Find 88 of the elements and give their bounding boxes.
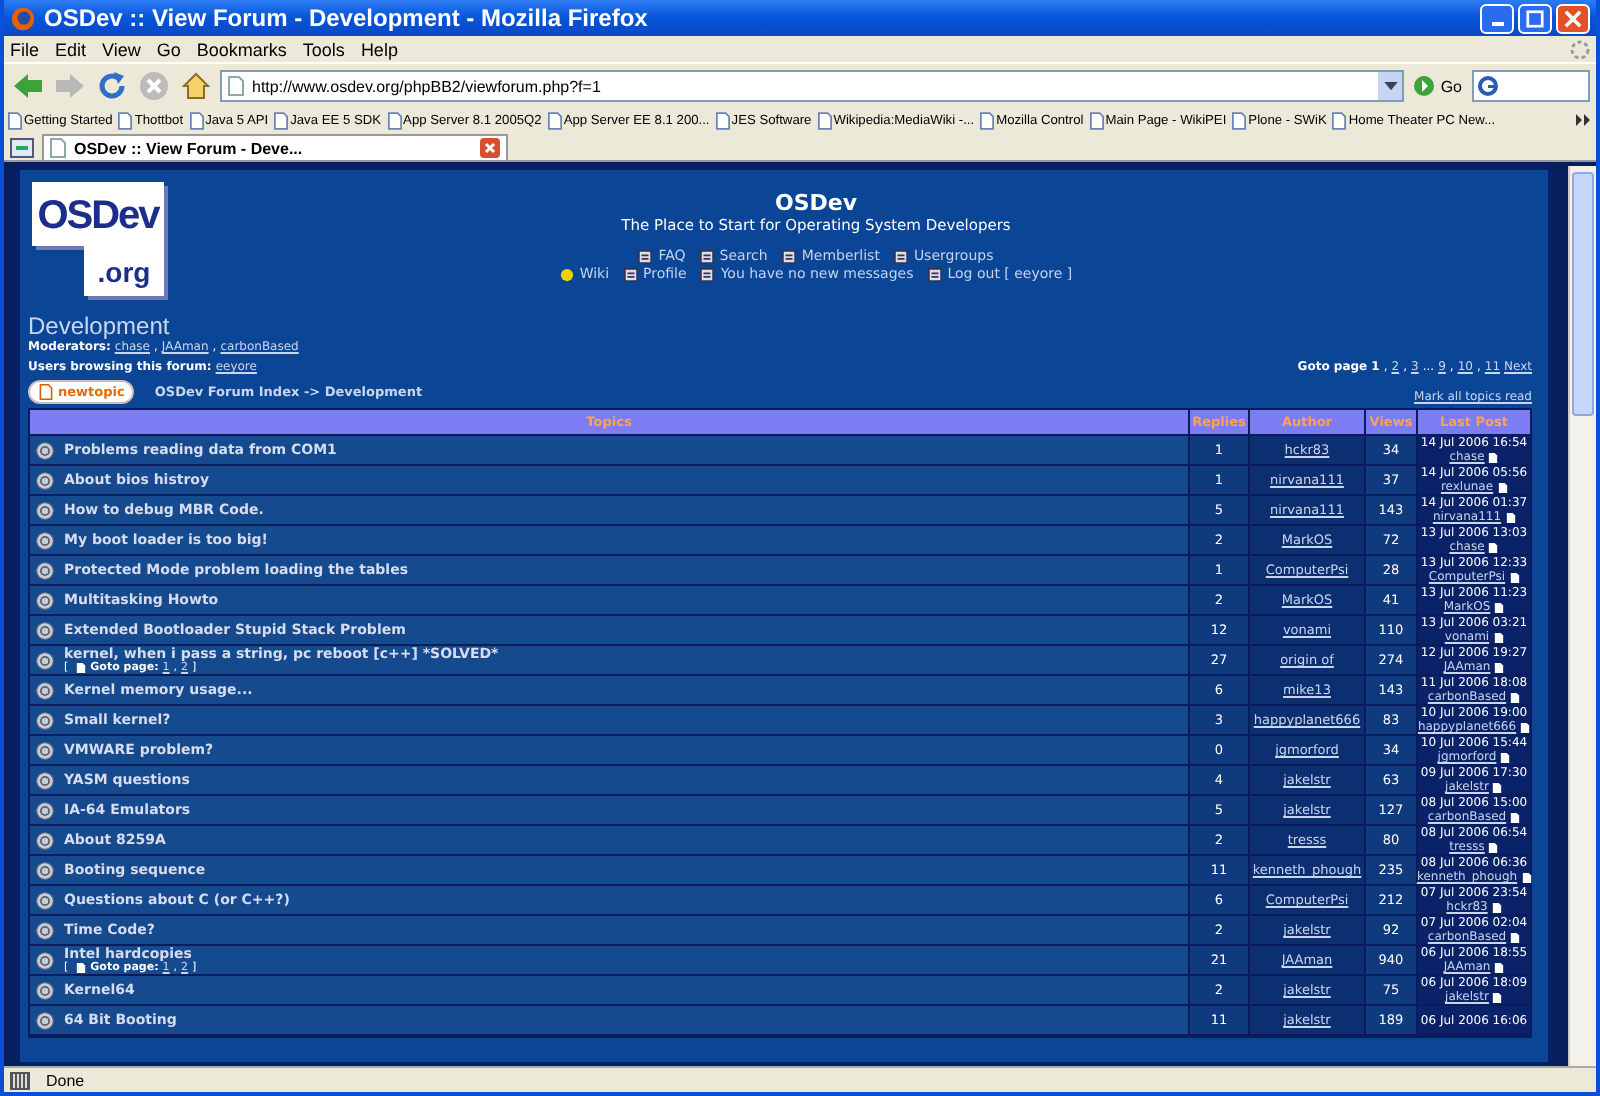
search-engine-icon <box>1478 76 1498 96</box>
play-icon <box>1414 76 1435 96</box>
browser-tab[interactable]: OSDev :: View Forum - Deve... <box>42 134 508 160</box>
page-icon <box>387 111 402 129</box>
status-icon <box>10 1071 30 1089</box>
menu-item[interactable]: Help <box>360 39 398 59</box>
close-icon <box>480 138 500 158</box>
page-icon <box>76 662 87 674</box>
reload-icon <box>96 70 128 102</box>
page-icon <box>118 111 133 129</box>
page-icon <box>8 111 22 129</box>
forum-title: Development <box>28 314 172 340</box>
tab-list-button[interactable] <box>10 138 34 158</box>
maximize-button[interactable] <box>1518 3 1552 33</box>
latest-post-icon[interactable] <box>1492 781 1503 793</box>
status-text: Done <box>46 1071 85 1089</box>
chevron-icon <box>1576 114 1592 126</box>
menu-item[interactable]: Tools <box>302 39 345 59</box>
minimize-icon <box>1491 22 1503 26</box>
firefox-icon <box>10 5 36 31</box>
page-icon <box>228 76 244 96</box>
site-title: OSDev <box>774 190 858 216</box>
menu-item[interactable]: File <box>10 39 40 59</box>
page-icon <box>715 111 730 129</box>
page-icon <box>76 962 87 974</box>
latest-post-icon[interactable] <box>1500 751 1511 763</box>
page-icon <box>980 111 995 129</box>
reload-button[interactable] <box>94 70 130 102</box>
latest-post-icon[interactable] <box>1488 451 1499 463</box>
dot-icon <box>559 267 574 281</box>
page-icon <box>1089 111 1104 129</box>
menu-item[interactable]: Edit <box>55 39 87 59</box>
stop-icon <box>138 70 170 102</box>
latest-post-icon[interactable] <box>1494 961 1505 973</box>
address-field[interactable]: http://www.osdev.org/phpBB2/viewforum.php?f=1 <box>220 70 1405 102</box>
throbber-icon <box>1570 39 1590 59</box>
close-button[interactable] <box>1556 3 1590 33</box>
page-icon <box>50 138 66 158</box>
document-icon <box>623 267 638 281</box>
latest-post-icon[interactable] <box>1521 871 1532 883</box>
maximize-icon <box>1526 9 1544 27</box>
latest-post-icon[interactable] <box>1488 541 1499 553</box>
latest-post-icon[interactable] <box>1509 571 1520 583</box>
document-icon <box>927 267 942 281</box>
menu-item[interactable]: Bookmarks <box>196 39 287 59</box>
close-icon <box>1564 9 1582 27</box>
back-button[interactable] <box>10 72 46 100</box>
go-button[interactable]: Go <box>1410 76 1466 96</box>
latest-post-icon[interactable] <box>1488 841 1499 853</box>
latest-post-icon[interactable] <box>1494 601 1505 613</box>
back-arrow-icon <box>12 72 44 100</box>
latest-post-icon[interactable] <box>1494 661 1505 673</box>
latest-post-icon[interactable] <box>1510 811 1521 823</box>
forward-arrow-icon <box>54 72 86 100</box>
scrollbar[interactable] <box>1568 166 1596 1066</box>
latest-post-icon[interactable] <box>1491 901 1502 913</box>
document-icon <box>893 249 908 263</box>
latest-post-icon[interactable] <box>1493 631 1504 643</box>
page-icon <box>274 111 289 129</box>
latest-post-icon[interactable] <box>1497 481 1508 493</box>
latest-post-icon[interactable] <box>1510 691 1521 703</box>
site-logo[interactable]: OSDev .org <box>32 178 172 302</box>
page-icon <box>1332 111 1347 129</box>
page-icon <box>38 384 54 400</box>
home-button[interactable] <box>178 70 214 102</box>
latest-post-icon[interactable] <box>1505 511 1516 523</box>
tab-list-icon <box>10 138 34 158</box>
latest-post-icon[interactable] <box>1520 721 1531 733</box>
document-icon <box>699 249 714 263</box>
page-icon <box>547 111 562 129</box>
menu-item[interactable]: View <box>102 39 141 59</box>
page-icon <box>189 111 204 129</box>
minimize-button[interactable] <box>1480 3 1514 33</box>
dropdown-button[interactable] <box>1378 72 1403 100</box>
close-tab-button[interactable] <box>480 138 500 158</box>
document-icon <box>781 249 796 263</box>
latest-post-icon[interactable] <box>1492 991 1503 1003</box>
document-icon <box>638 249 653 263</box>
more-bookmarks-button[interactable] <box>1576 114 1592 126</box>
page-icon <box>817 111 832 129</box>
search-field[interactable] <box>1472 70 1590 102</box>
menu-item[interactable]: Go <box>156 39 181 59</box>
latest-post-icon[interactable] <box>1510 931 1521 943</box>
document-icon <box>700 267 715 281</box>
home-icon <box>180 70 212 102</box>
page-icon <box>1232 111 1247 129</box>
caret-icon <box>1383 81 1398 91</box>
window-title: OSDev :: View Forum - Development - Mozilla Firefox <box>44 4 650 32</box>
